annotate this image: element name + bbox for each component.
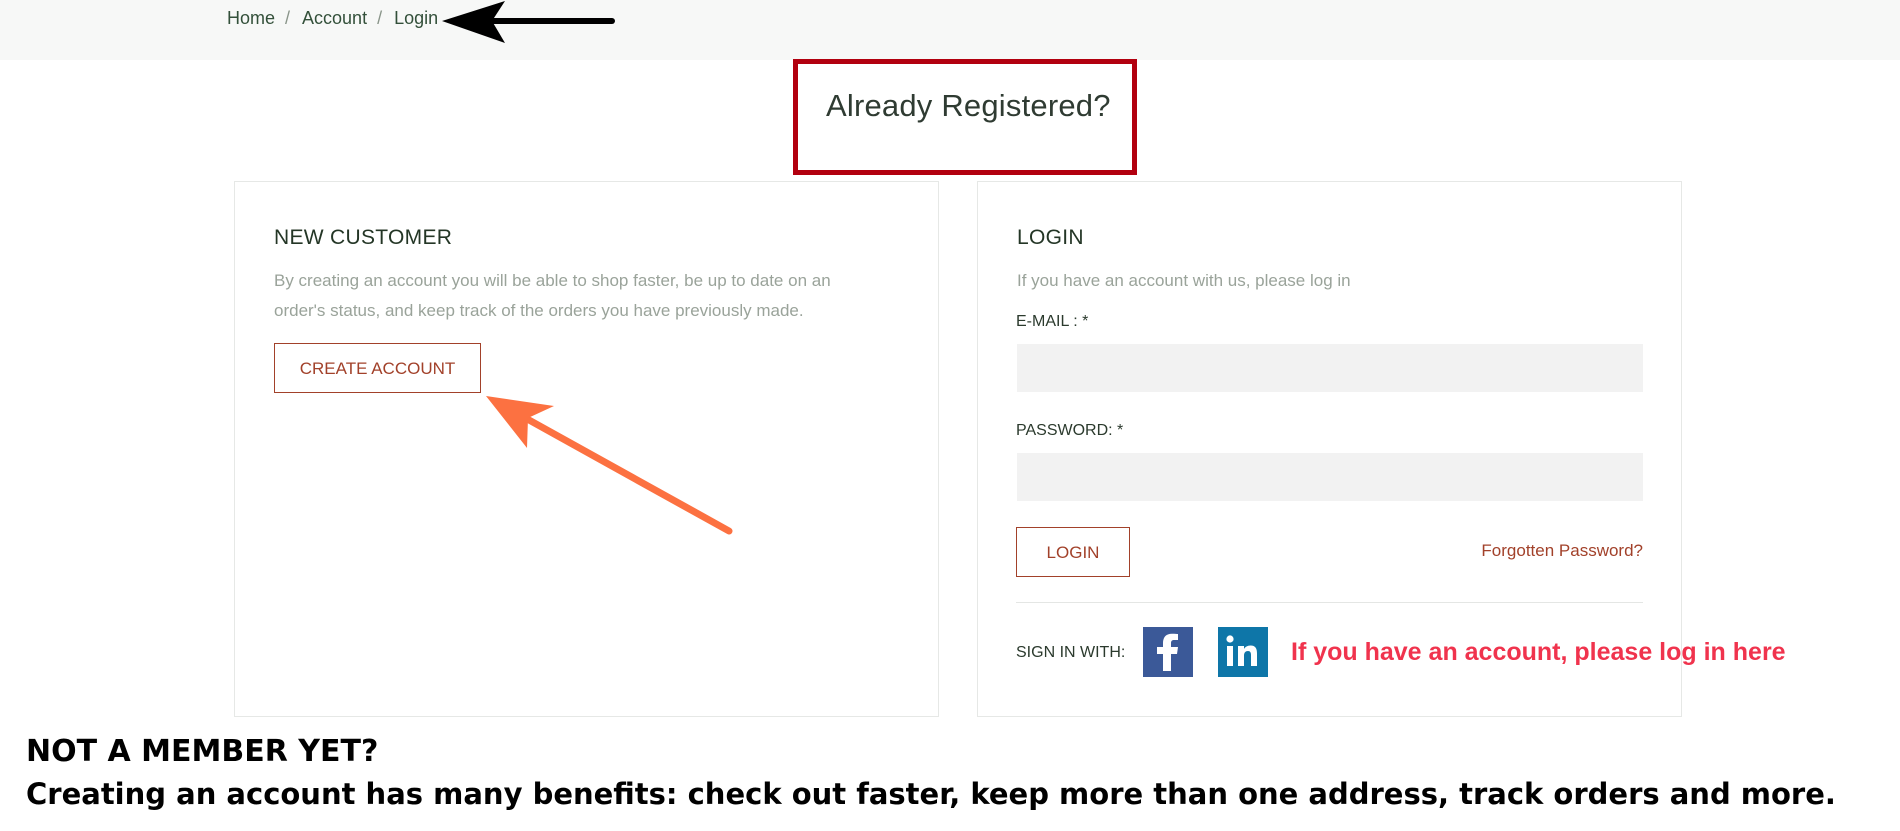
black-arrow-icon xyxy=(442,1,615,43)
annotation-arrows xyxy=(442,1,733,535)
orange-arrow-icon xyxy=(486,396,733,535)
